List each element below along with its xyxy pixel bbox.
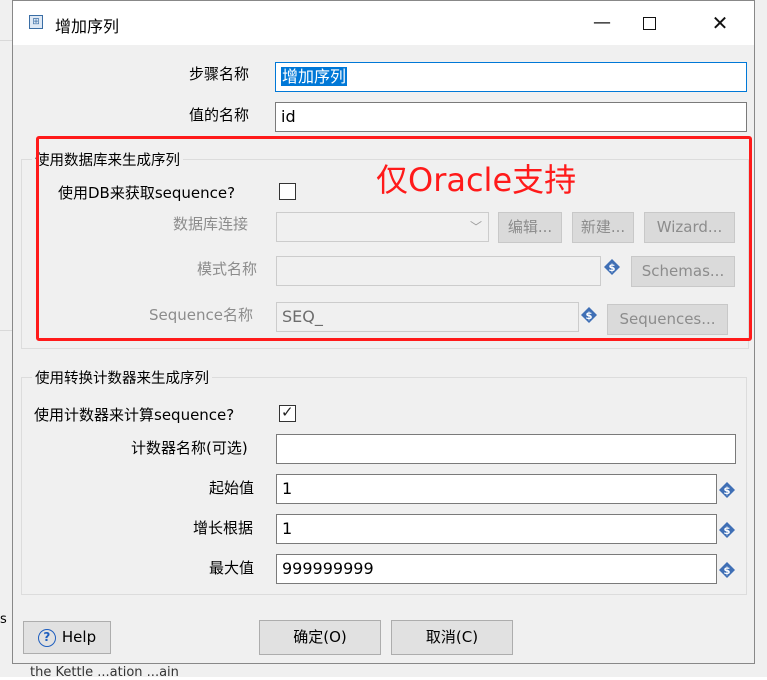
max-value: 999999999 [282,559,374,578]
svg-text:$: $ [724,526,731,537]
window-title: 增加序列 [55,17,120,36]
maximize-icon [642,16,656,30]
close-button[interactable]: ✕ [697,1,743,45]
step-name-input[interactable]: 增加序列 [275,62,747,92]
value-name-input[interactable]: id [275,102,747,132]
max-value-input[interactable]: 999999999 [276,554,717,584]
use-counter-label: 使用计数器来计算sequence? [34,406,235,424]
variable-icon[interactable]: $ [719,482,735,498]
increment-value: 1 [282,519,293,538]
start-value-input[interactable]: 1 [276,474,717,504]
step-name-label: 步骤名称 [189,65,250,83]
increment-label: 增长根据 [193,519,254,537]
svg-text:$: $ [724,486,731,497]
svg-text:$: $ [724,566,731,577]
background-divider [0,330,12,331]
start-value: 1 [282,479,293,498]
background-divider [0,40,12,41]
variable-icon[interactable]: $ [719,562,735,578]
ok-button[interactable]: 确定(O) [259,620,381,655]
counter-name-input[interactable] [276,434,736,464]
value-name-label: 值的名称 [189,106,250,124]
variable-icon[interactable]: $ [719,522,735,538]
help-icon: ? [37,628,56,647]
minimize-button[interactable]: — [579,1,625,45]
background-bottom-text: the Kettle ...ation ...ain [30,665,179,680]
increment-input[interactable]: 1 [276,514,717,544]
step-name-value: 增加序列 [281,67,348,86]
value-name-value: id [281,107,296,126]
counter-name-label: 计数器名称(可选) [131,439,248,457]
background-text: s [0,612,7,627]
dialog-app-icon: ⊞ [29,15,43,29]
cancel-button[interactable]: 取消(C) [391,620,513,655]
title-bar[interactable]: ⊞ 增加序列 — ✕ [13,1,754,45]
maximize-button[interactable] [626,1,672,45]
annotation-text: 仅Oracle支持 [376,161,577,199]
start-value-label: 起始值 [209,479,255,497]
max-value-label: 最大值 [209,559,255,577]
checkmark-icon: ✓ [281,403,294,421]
counter-group-title: 使用转换计数器来生成序列 [32,367,212,388]
help-label: Help [61,628,97,646]
use-counter-checkbox[interactable]: ✓ [279,403,296,422]
help-button[interactable]: ? Help [23,621,111,654]
